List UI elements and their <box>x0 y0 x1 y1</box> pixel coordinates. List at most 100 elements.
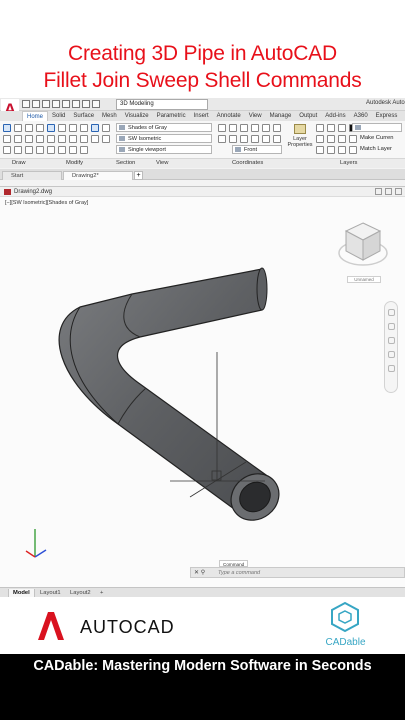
viewcube[interactable] <box>336 215 390 271</box>
save-as-icon[interactable] <box>52 100 60 108</box>
copy-icon[interactable] <box>47 135 55 143</box>
panel-label-layers[interactable]: Layers <box>340 160 357 166</box>
layer-select[interactable]: 0 <box>352 123 402 132</box>
pan-icon[interactable] <box>387 323 395 330</box>
layer-unisolate-icon[interactable] <box>316 146 324 154</box>
fillet-icon[interactable] <box>80 124 88 132</box>
ucs-view-select[interactable]: Front <box>232 145 282 154</box>
point-icon[interactable] <box>25 146 33 154</box>
layer-walk-icon[interactable] <box>349 135 357 143</box>
ribbon-tab-output[interactable]: Output <box>295 111 321 121</box>
showmotion-icon[interactable] <box>387 365 395 372</box>
ribbon-tab-express[interactable]: Express <box>372 111 402 121</box>
tab-model[interactable]: Model <box>8 589 35 597</box>
circle-icon[interactable] <box>25 124 33 132</box>
stretch-icon[interactable] <box>69 135 77 143</box>
layer-isolate-icon[interactable] <box>316 135 324 143</box>
ribbon-tab-manage[interactable]: Manage <box>266 111 296 121</box>
drawing-viewport[interactable]: Drawing2.dwg [−][SW Isometric][Shades of… <box>0 186 405 587</box>
ribbon-tab-mesh[interactable]: Mesh <box>98 111 121 121</box>
rectangle-icon[interactable] <box>36 135 44 143</box>
ucs-3point-icon[interactable] <box>218 135 226 143</box>
scale-icon[interactable] <box>80 135 88 143</box>
spline-icon[interactable] <box>3 135 11 143</box>
pipe-body[interactable] <box>58 267 288 530</box>
ribbon-tab-visualize[interactable]: Visualize <box>121 111 153 121</box>
panel-label-view[interactable]: View <box>156 160 168 166</box>
web-mobile-icon[interactable] <box>62 100 70 108</box>
command-close-icon[interactable]: ✕ ⚲ <box>194 569 205 577</box>
array-icon[interactable] <box>91 135 99 143</box>
explode-icon[interactable] <box>102 135 110 143</box>
ucs-z-icon[interactable] <box>273 124 281 132</box>
polyline-icon[interactable] <box>14 124 22 132</box>
panel-label-section[interactable]: Section <box>116 160 135 166</box>
new-file-icon[interactable] <box>22 100 30 108</box>
boundary-icon[interactable] <box>14 146 22 154</box>
tab-layout2[interactable]: Layout2 <box>66 589 95 597</box>
panel-label-coordinates[interactable]: Coordinates <box>232 160 263 166</box>
ribbon-tab-home[interactable]: Home <box>22 111 49 121</box>
section-icon[interactable] <box>102 124 110 132</box>
open-file-icon[interactable] <box>32 100 40 108</box>
steering-wheel-icon[interactable] <box>387 309 395 316</box>
layer-thaw-icon[interactable] <box>338 146 346 154</box>
mirror-icon[interactable] <box>58 135 66 143</box>
offset-icon[interactable] <box>36 146 44 154</box>
layer-off-icon[interactable] <box>327 135 335 143</box>
redo-icon[interactable] <box>92 100 100 108</box>
break-icon[interactable] <box>80 146 88 154</box>
panel-label-draw[interactable]: Draw <box>12 160 26 166</box>
trim-icon[interactable] <box>69 124 77 132</box>
tab-layout1[interactable]: Layout1 <box>36 589 65 597</box>
add-layout-button[interactable]: + <box>96 589 107 597</box>
ucs-face-icon[interactable] <box>229 135 237 143</box>
arc-icon[interactable] <box>36 124 44 132</box>
new-tab-button[interactable]: + <box>134 171 143 180</box>
region-icon[interactable] <box>3 146 11 154</box>
ribbon-tab-surface[interactable]: Surface <box>69 111 98 121</box>
ribbon-tab-solid[interactable]: Solid <box>48 111 69 121</box>
workspace-select[interactable]: 3D Modeling <box>116 99 208 110</box>
ucs-view-icon[interactable] <box>240 135 248 143</box>
join-icon[interactable] <box>58 146 66 154</box>
layer-properties-button[interactable]: Layer Properties <box>286 124 314 148</box>
ucs-menu[interactable]: Unnamed <box>347 276 381 283</box>
rotate-icon[interactable] <box>58 124 66 132</box>
ucs-y-icon[interactable] <box>262 124 270 132</box>
lock-icon[interactable] <box>338 124 346 132</box>
ucs-icon[interactable] <box>218 124 226 132</box>
sun-icon[interactable] <box>327 124 335 132</box>
view-direction-select[interactable]: SW Isometric <box>116 134 212 143</box>
chamfer-icon[interactable] <box>69 146 77 154</box>
ucs-world-icon[interactable] <box>229 124 237 132</box>
section-plane-icon[interactable] <box>91 124 99 132</box>
panel-label-modify[interactable]: Modify <box>66 160 83 166</box>
ucs-previous-icon[interactable] <box>262 135 270 143</box>
plot-icon[interactable] <box>72 100 80 108</box>
ribbon-tab-a360[interactable]: A360 <box>350 111 372 121</box>
ellipse-icon[interactable] <box>14 135 22 143</box>
ucs-object-icon[interactable] <box>251 135 259 143</box>
viewport-config-select[interactable]: Single viewport <box>116 145 212 154</box>
hatch-icon[interactable] <box>25 135 33 143</box>
erase-icon[interactable] <box>47 146 55 154</box>
undo-icon[interactable] <box>82 100 90 108</box>
tab-drawing2[interactable]: Drawing2* <box>63 171 133 180</box>
ribbon-tab-add-ins[interactable]: Add-ins <box>321 111 349 121</box>
layer-on-icon[interactable] <box>327 146 335 154</box>
save-icon[interactable] <box>42 100 50 108</box>
visual-style-select[interactable]: Shades of Gray <box>116 123 212 132</box>
ucs-named-icon[interactable] <box>273 135 281 143</box>
orbit-icon[interactable] <box>387 351 395 358</box>
ribbon-tab-annotate[interactable]: Annotate <box>213 111 245 121</box>
command-input[interactable] <box>218 569 403 577</box>
ribbon-tab-parametric[interactable]: Parametric <box>153 111 190 121</box>
layer-freeze-icon[interactable] <box>338 135 346 143</box>
zoom-icon[interactable] <box>387 337 395 344</box>
make-current-button[interactable]: Make Curren <box>360 135 394 141</box>
layer-merge-icon[interactable] <box>349 146 357 154</box>
match-layer-button[interactable]: Match Layer <box>360 146 392 152</box>
line-icon[interactable] <box>3 124 11 132</box>
ribbon-tab-insert[interactable]: Insert <box>190 111 213 121</box>
